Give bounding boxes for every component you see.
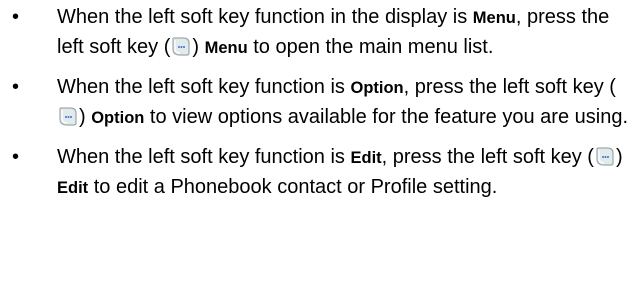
item-text: When the left soft key function is [57,146,351,168]
bullet-item-menu: • When the left soft key function in the… [0,3,640,63]
item-text: , press the left soft key ( [381,146,594,168]
left-softkey-icon [59,107,77,126]
keyword-menu: Menu [472,9,516,27]
item-text: to view options available for the featur… [144,106,628,128]
item-text: , press the left soft key ( [403,76,616,98]
bullet-item-option: • When the left soft key function is Opt… [0,73,640,133]
keyword-edit: Edit [57,179,89,197]
item-text: ) [615,146,623,168]
bullet-list: • When the left soft key function in the… [0,0,640,203]
left-softkey-icon [596,147,614,166]
item-text: When the left soft key function in the d… [57,6,473,28]
item-text: to edit a Phonebook contact or Profile s… [88,176,498,198]
keyword-option: Option [350,79,404,97]
bullet-marker: • [12,6,20,28]
item-text: ) [192,36,205,58]
keyword-edit: Edit [350,149,382,167]
keyword-menu: Menu [204,39,248,57]
bullet-marker: • [12,76,20,98]
item-text: When the left soft key function is [57,76,351,98]
bullet-marker: • [12,146,20,168]
left-softkey-icon [172,37,190,56]
item-text: to open the main menu list. [247,36,494,58]
item-text: ) [79,106,92,128]
bullet-item-edit: • When the left soft key function is Edi… [0,143,640,203]
keyword-option: Option [91,109,145,127]
